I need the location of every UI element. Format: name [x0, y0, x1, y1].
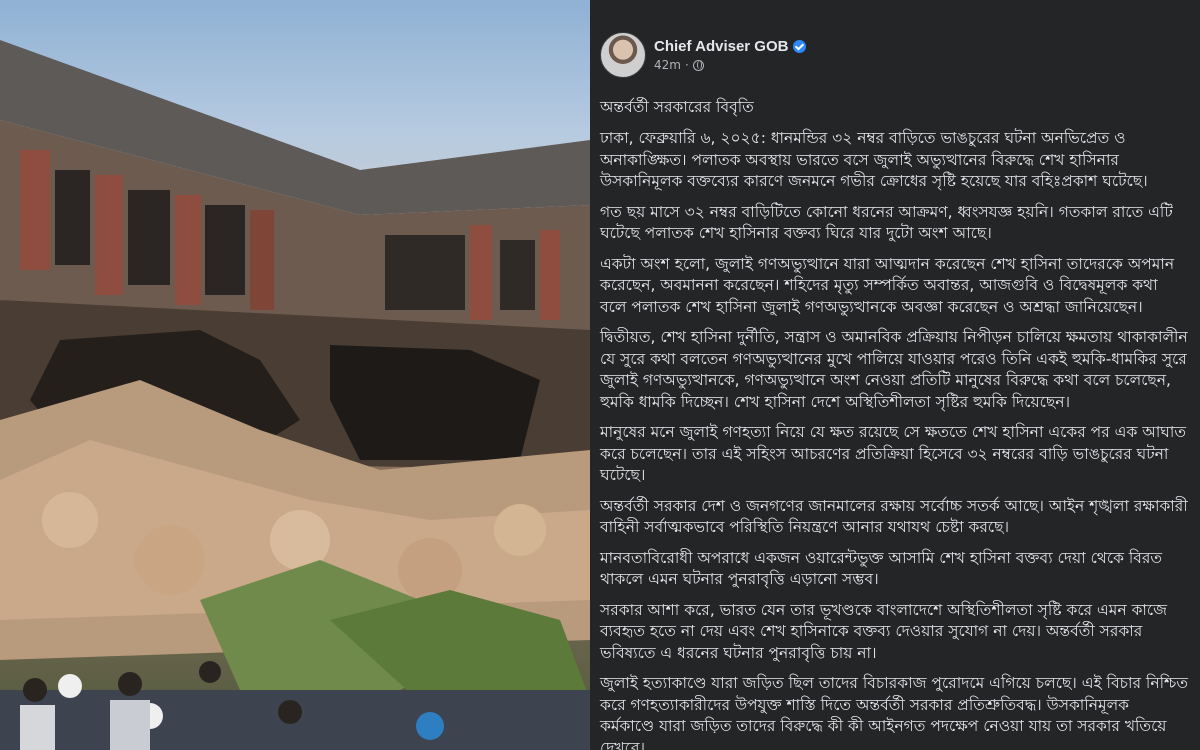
post-title: অন্তর্বর্তী সরকারের বিবৃতি: [600, 98, 754, 116]
post-paragraph: গত ছয় মাসে ৩২ নম্বর বাড়িটিতে কোনো ধরনে…: [600, 202, 1173, 243]
post-subline: 42m ·: [654, 58, 806, 72]
post-paragraph: সরকার আশা করে, ভারত যেন তার ভূখণ্ডকে বাং…: [600, 600, 1168, 662]
separator-dot: ·: [684, 58, 689, 72]
post-paragraph: ঢাকা, ফেব্রুয়ারি ৬, ২০২৫: ধানমন্ডির ৩২ …: [600, 129, 1148, 190]
post-paragraph: দ্বিতীয়ত, শেখ হাসিনা দুর্নীতি, সন্ত্রাস…: [600, 328, 1188, 411]
demolished-building-photo: [0, 0, 590, 750]
post-paragraph: জুলাই হত্যাকাণ্ডে যারা জড়িত ছিল তাদের ব…: [600, 674, 1188, 750]
post-paragraph: মানুষের মনে জুলাই গণহত্যা নিয়ে যে ক্ষত …: [600, 423, 1186, 484]
post-time[interactable]: 42m: [654, 58, 681, 72]
composite-image: Chief Adviser GOB 42m · অন্তর্বর্তী সরকা…: [0, 0, 1200, 750]
verified-badge-icon: [793, 40, 807, 53]
post-body: অন্তর্বর্তী সরকারের বিবৃতি ঢাকা, ফেব্রুয…: [598, 96, 1188, 750]
author-row: Chief Adviser GOB: [654, 38, 807, 55]
social-post: Chief Adviser GOB 42m · অন্তর্বর্তী সরকা…: [590, 0, 1200, 750]
author-name[interactable]: Chief Adviser GOB: [654, 38, 788, 55]
author-avatar[interactable]: [600, 32, 646, 78]
post-paragraph: মানবতাবিরোধী অপরাধে একজন ওয়ারেন্টভুক্ত …: [600, 548, 1163, 589]
globe-icon[interactable]: [692, 59, 704, 71]
post-paragraph: একটা অংশ হলো, জুলাই গণঅভ্যুত্থানে যারা আ…: [600, 254, 1175, 316]
post-meta: Chief Adviser GOB 42m ·: [654, 38, 807, 72]
post-header: Chief Adviser GOB 42m ·: [600, 32, 1188, 78]
post-paragraph: অন্তর্বর্তী সরকার দেশ ও জনগণের জানমালের …: [600, 496, 1188, 537]
